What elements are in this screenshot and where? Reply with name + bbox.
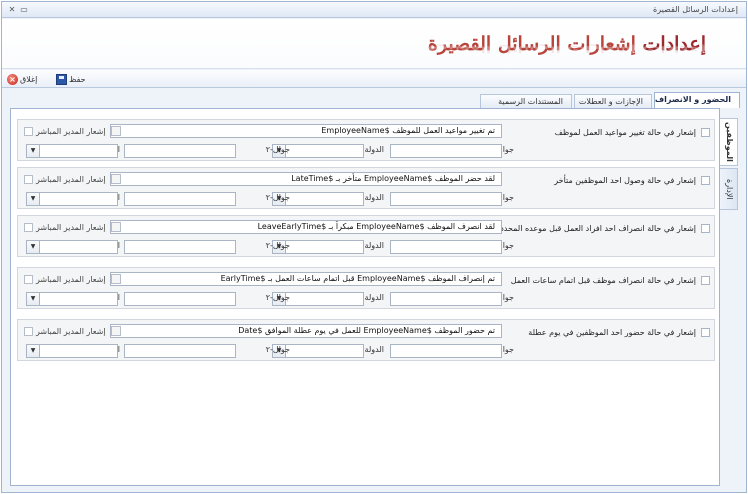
close-icon: × [7,74,18,85]
chevron-down-icon[interactable]: ▼ [26,144,40,158]
notification-row: إشعار في حالة انصراف موظف قبل اتمام ساعا… [17,267,715,309]
notification-label: إشعار في حالة تغيير مواعيد العمل لموظف [554,128,696,137]
mobile2-input[interactable] [124,192,236,206]
notification-row: إشعار في حالة تغيير مواعيد العمل لموظف ت… [17,119,715,161]
notification-row: إشعار في حالة حضور احد الموظفين في يوم ع… [17,319,715,361]
country-label: الدولة [364,241,384,250]
message-template-input[interactable]: لقد انصرف الموظف $EmployeeName مبكراً بـ… [110,220,502,234]
mobile1-input[interactable] [390,192,502,206]
settings-window: ✕ ▭ إعدادات الرسائل القصيرة إعدادات إشعا… [1,1,747,493]
direct-manager-checkbox[interactable] [24,326,33,336]
mobile2-label: جوال-٢ [265,193,290,202]
notification-label: إشعار في حالة حضور احد الموظفين في يوم ع… [528,328,696,337]
page-header: إعدادات إشعارات الرسائل القصيرة إعدادات … [2,19,746,69]
restore-window-icon[interactable]: ▭ [18,4,30,15]
mobile2-label: جوال-٢ [265,241,290,250]
attendance-panel: إشعار في حالة تغيير مواعيد العمل لموظف ت… [10,108,720,486]
direct-manager-option[interactable]: إشعار المدير المباشر [24,173,106,185]
message-template-input[interactable]: تم تغيير مواعيد العمل للموظف $EmployeeNa… [110,124,502,138]
tab-attendance[interactable]: الحضور و الانصراف [654,92,740,108]
side-tab-employees[interactable]: الموظفين [720,118,738,166]
notification-row: إشعار في حالة انصراف احد افراد العمل قبل… [17,215,715,257]
country-label: الدولة [364,145,384,154]
country-label: الدولة [364,293,384,302]
mobile2-label: جوال-٢ [265,345,290,354]
enable-notification-checkbox[interactable] [701,276,710,285]
direct-manager-option[interactable]: إشعار المدير المباشر [24,125,106,137]
message-template-input[interactable]: تم إنصراف الموظف $EmployeeName قبل اتمام… [110,272,502,286]
save-button[interactable]: حفظ [56,73,86,86]
enable-notification-checkbox[interactable] [701,128,710,137]
message-option-checkbox[interactable] [111,174,121,184]
mobile1-input[interactable] [390,344,502,358]
chevron-down-icon[interactable]: ▼ [26,192,40,206]
direct-manager-option[interactable]: إشعار المدير المباشر [24,221,106,233]
message-option-checkbox[interactable] [111,222,121,232]
chevron-down-icon[interactable]: ▼ [26,292,40,306]
mobile2-input[interactable] [124,344,236,358]
notification-label: إشعار في حالة انصراف احد افراد العمل قبل… [500,224,696,233]
save-icon [56,74,67,85]
message-template-input[interactable]: لقد حضر الموظف $EmployeeName متأخر بـ $L… [110,172,502,186]
direct-manager-checkbox[interactable] [24,126,33,136]
mobile2-input[interactable] [124,144,236,158]
tab-strip: الحضور و الانصراف الإجازات و العطلات الم… [10,92,740,108]
page-title-reflection: إعدادات إشعارات الرسائل القصيرة [427,44,706,54]
mobile1-input[interactable] [390,144,502,158]
toolbar: إغلاق × حفظ [2,70,746,88]
close-window-icon[interactable]: ✕ [6,4,18,15]
mobile2-label: جوال-٢ [265,145,290,154]
mobile2-label: جوال-٢ [265,293,290,302]
enable-notification-checkbox[interactable] [701,176,710,185]
chevron-down-icon[interactable]: ▼ [26,344,40,358]
title-bar: ✕ ▭ إعدادات الرسائل القصيرة [2,2,746,18]
mobile1-input[interactable] [390,292,502,306]
message-option-checkbox[interactable] [111,274,121,284]
enable-notification-checkbox[interactable] [701,328,710,337]
close-button[interactable]: إغلاق × [7,73,37,86]
direct-manager-checkbox[interactable] [24,222,33,232]
message-template-input[interactable]: تم حضور الموظف $EmployeeName للعمل في يو… [110,324,502,338]
country-label: الدولة [364,345,384,354]
direct-manager-checkbox[interactable] [24,274,33,284]
direct-manager-option[interactable]: إشعار المدير المباشر [24,325,106,337]
notification-label: إشعار في حالة وصول احد الموظفين متأخر [554,176,696,185]
direct-manager-checkbox[interactable] [24,174,33,184]
side-tab-management[interactable]: الإدارة [720,168,738,210]
chevron-down-icon[interactable]: ▼ [26,240,40,254]
tab-leaves[interactable]: الإجازات و العطلات [574,94,652,108]
country-label: الدولة [364,193,384,202]
enable-notification-checkbox[interactable] [701,224,710,233]
direct-manager-option[interactable]: إشعار المدير المباشر [24,273,106,285]
notification-row: إشعار في حالة وصول احد الموظفين متأخر لق… [17,167,715,209]
notification-label: إشعار في حالة انصراف موظف قبل اتمام ساعا… [510,276,696,285]
message-option-checkbox[interactable] [111,326,121,336]
tab-documents[interactable]: المستندات الرسمية [480,94,572,108]
mobile2-input[interactable] [124,240,236,254]
mobile2-input[interactable] [124,292,236,306]
window-title: إعدادات الرسائل القصيرة [653,5,738,14]
message-option-checkbox[interactable] [111,126,121,136]
mobile1-input[interactable] [390,240,502,254]
side-tab-strip: الموظفين الإدارة [720,118,740,218]
